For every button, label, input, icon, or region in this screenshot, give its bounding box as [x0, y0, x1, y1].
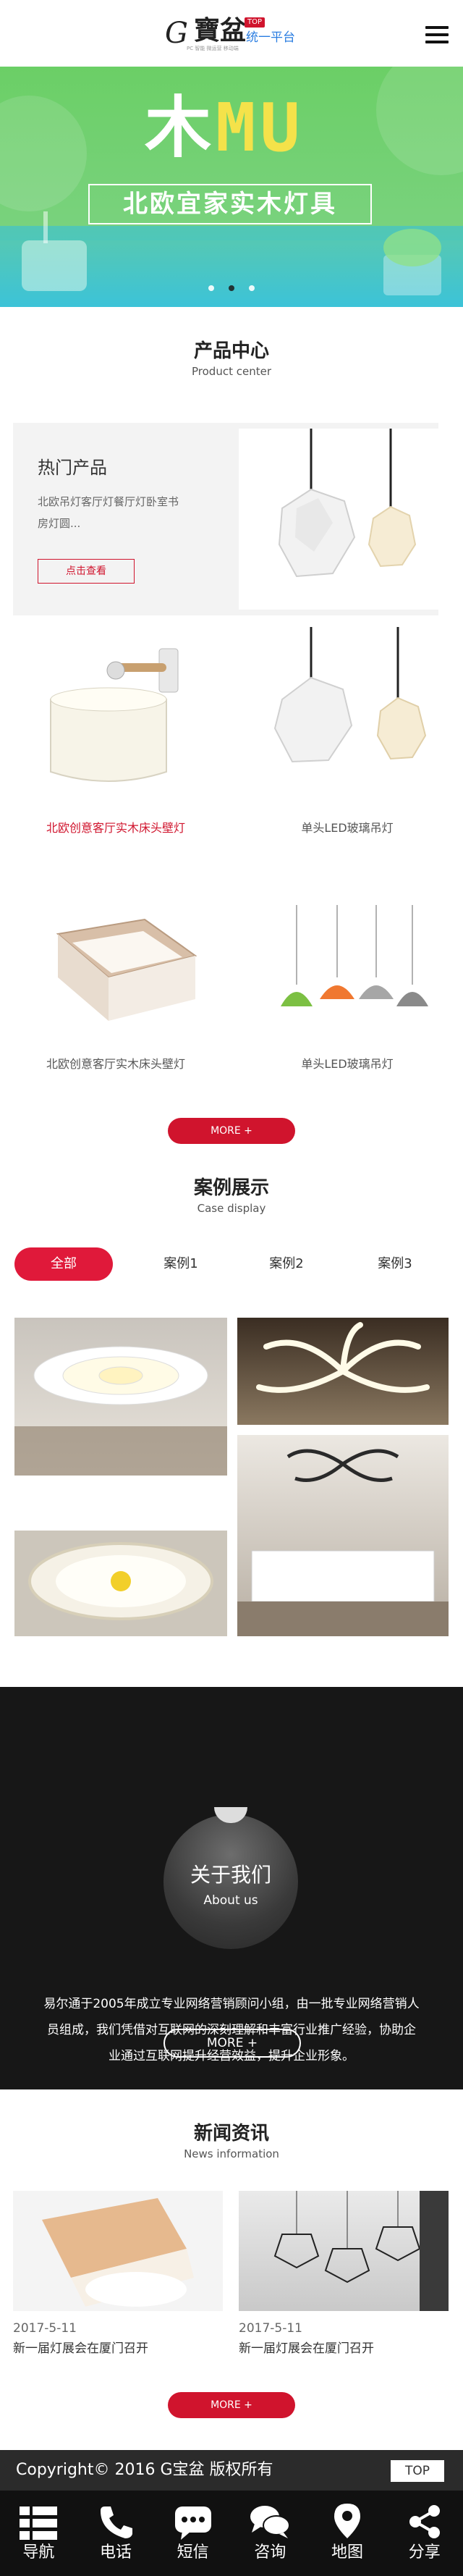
- product-name[interactable]: 单头LED玻璃吊灯: [232, 1054, 463, 1072]
- case-image[interactable]: [237, 1318, 449, 1425]
- product-item[interactable]: [29, 891, 224, 1035]
- slider-dot[interactable]: [208, 285, 214, 291]
- share-icon: [386, 2491, 463, 2543]
- copyright-bar: Copyright© 2016 G宝盆 版权所有 TOP: [0, 2450, 463, 2491]
- nav-item-consult[interactable]: 咨询: [232, 2491, 309, 2576]
- nav-label: 分享: [408, 2543, 441, 2562]
- nav-item-menu[interactable]: 导航: [0, 2491, 77, 2576]
- menu-icon[interactable]: [425, 26, 449, 43]
- case-image[interactable]: [14, 1531, 227, 1636]
- tab-case-2[interactable]: 案例2: [237, 1247, 336, 1281]
- nav-label: 短信: [177, 2543, 209, 2562]
- product-item[interactable]: [29, 627, 224, 808]
- banner-plant-image: [383, 229, 441, 295]
- product-item[interactable]: [253, 627, 449, 808]
- news-title: 新闻资讯: [193, 2123, 269, 2144]
- cases-heading: 案例展示 Case display: [0, 1176, 463, 1216]
- hot-product-desc: 北欧吊灯客厅灯餐厅灯卧室书房灯圆...: [38, 495, 179, 530]
- sms-icon: [154, 2491, 232, 2543]
- hot-product-heading: 热门产品: [38, 458, 107, 478]
- product-image: [56, 918, 197, 1021]
- news-date: 2017-5-11: [239, 2321, 302, 2336]
- case-image-chandelier: [14, 1346, 227, 1476]
- news-date: 2017-5-11: [13, 2321, 77, 2336]
- banner-lamp-image: [22, 211, 87, 291]
- view-button[interactable]: 点击查看: [38, 559, 135, 584]
- news-item-title[interactable]: 新一届灯展会在厦门召开: [239, 2340, 374, 2357]
- logo-bao: 寶盆: [194, 15, 247, 46]
- copyright-text: Copyright© 2016 G宝盆 版权所有: [16, 2461, 273, 2479]
- product-item[interactable]: [268, 905, 441, 1043]
- tab-case-3[interactable]: 案例3: [346, 1247, 444, 1281]
- about-circle: 关于我们 About us: [163, 1814, 298, 1949]
- case-image[interactable]: [14, 1318, 227, 1476]
- products-more-button[interactable]: MORE +: [168, 1118, 295, 1144]
- header: G 寶盆 TOP 统一平台 PC 智能 微运营 移动端: [0, 0, 463, 67]
- product-name[interactable]: 北欧创意客厅实木床头壁灯: [0, 1054, 232, 1072]
- banner-big-text: 木MU: [145, 89, 305, 167]
- news-item-title[interactable]: 新一届灯展会在厦门召开: [13, 2340, 148, 2357]
- nav-item-map[interactable]: 地图: [309, 2491, 386, 2576]
- tab-case-1[interactable]: 案例1: [132, 1247, 230, 1281]
- nav-label: 地图: [331, 2543, 364, 2562]
- map-pin-icon: [309, 2491, 386, 2543]
- logo-subtext: PC 智能 微运营 移动端: [187, 46, 239, 51]
- hot-product-card[interactable]: 热门产品 北欧吊灯客厅灯餐厅灯卧室书房灯圆... 点击查看: [13, 423, 438, 615]
- slider-dots: [208, 285, 255, 292]
- news-subtitle: News information: [184, 2147, 279, 2160]
- product-image: [273, 627, 427, 763]
- product-image: [281, 905, 428, 1006]
- logo-g: G: [165, 17, 188, 50]
- about-title: 关于我们: [190, 1863, 271, 1887]
- case-image[interactable]: [237, 1435, 449, 1636]
- news-image-pendant-lamps: [273, 2191, 449, 2311]
- nav-label: 电话: [100, 2543, 132, 2562]
- news-more-button[interactable]: MORE +: [168, 2392, 295, 2418]
- back-to-top-button[interactable]: TOP: [391, 2460, 444, 2482]
- bottom-nav: 导航 电话 短信 咨询 地图 分享: [0, 2491, 463, 2576]
- products-heading: 产品中心 Product center: [0, 339, 463, 379]
- logo[interactable]: G 寶盆 TOP 统一平台 PC 智能 微运营 移动端: [165, 13, 310, 55]
- tab-all[interactable]: 全部: [14, 1247, 113, 1281]
- slider-dot[interactable]: [249, 285, 255, 291]
- nav-item-sms[interactable]: 短信: [154, 2491, 232, 2576]
- case-image-ceiling-light: [28, 1542, 213, 1620]
- phone-icon: [77, 2491, 155, 2543]
- chat-icon: [232, 2491, 309, 2543]
- logo-tag: TOP: [245, 17, 266, 28]
- logo-slogan: 统一平台: [246, 30, 295, 45]
- cases-title: 案例展示: [193, 1177, 269, 1199]
- news-image[interactable]: [13, 2191, 223, 2311]
- products-title: 产品中心: [193, 340, 269, 362]
- nav-item-share[interactable]: 分享: [386, 2491, 463, 2576]
- product-name[interactable]: 单头LED玻璃吊灯: [232, 818, 463, 835]
- case-image-led-chandelier: [256, 1322, 430, 1393]
- about-subtitle: About us: [203, 1893, 258, 1908]
- news-image[interactable]: [239, 2191, 449, 2311]
- product-name[interactable]: 北欧创意客厅实木床头壁灯: [0, 818, 232, 835]
- case-tabs: 全部 案例1 案例2 案例3: [0, 1247, 463, 1281]
- cases-subtitle: Case display: [197, 1202, 266, 1215]
- nav-label: 咨询: [254, 2543, 286, 2562]
- grid-icon: [0, 2491, 77, 2543]
- case-image-living-room: [237, 1449, 449, 1636]
- nav-label: 导航: [22, 2543, 55, 2562]
- banner-slider[interactable]: 木MU 北欧宜家实木灯具: [0, 67, 463, 307]
- hot-product-image: [239, 429, 438, 610]
- products-subtitle: Product center: [192, 365, 271, 378]
- about-more-button[interactable]: MORE +: [163, 2029, 301, 2058]
- product-image: [50, 648, 179, 782]
- banner-title: 北欧宜家实木灯具: [88, 184, 372, 224]
- news-heading: 新闻资讯 News information: [0, 2121, 463, 2162]
- slider-dot-active[interactable]: [229, 285, 234, 291]
- news-image-wood-lamp: [42, 2198, 194, 2307]
- nav-item-phone[interactable]: 电话: [77, 2491, 155, 2576]
